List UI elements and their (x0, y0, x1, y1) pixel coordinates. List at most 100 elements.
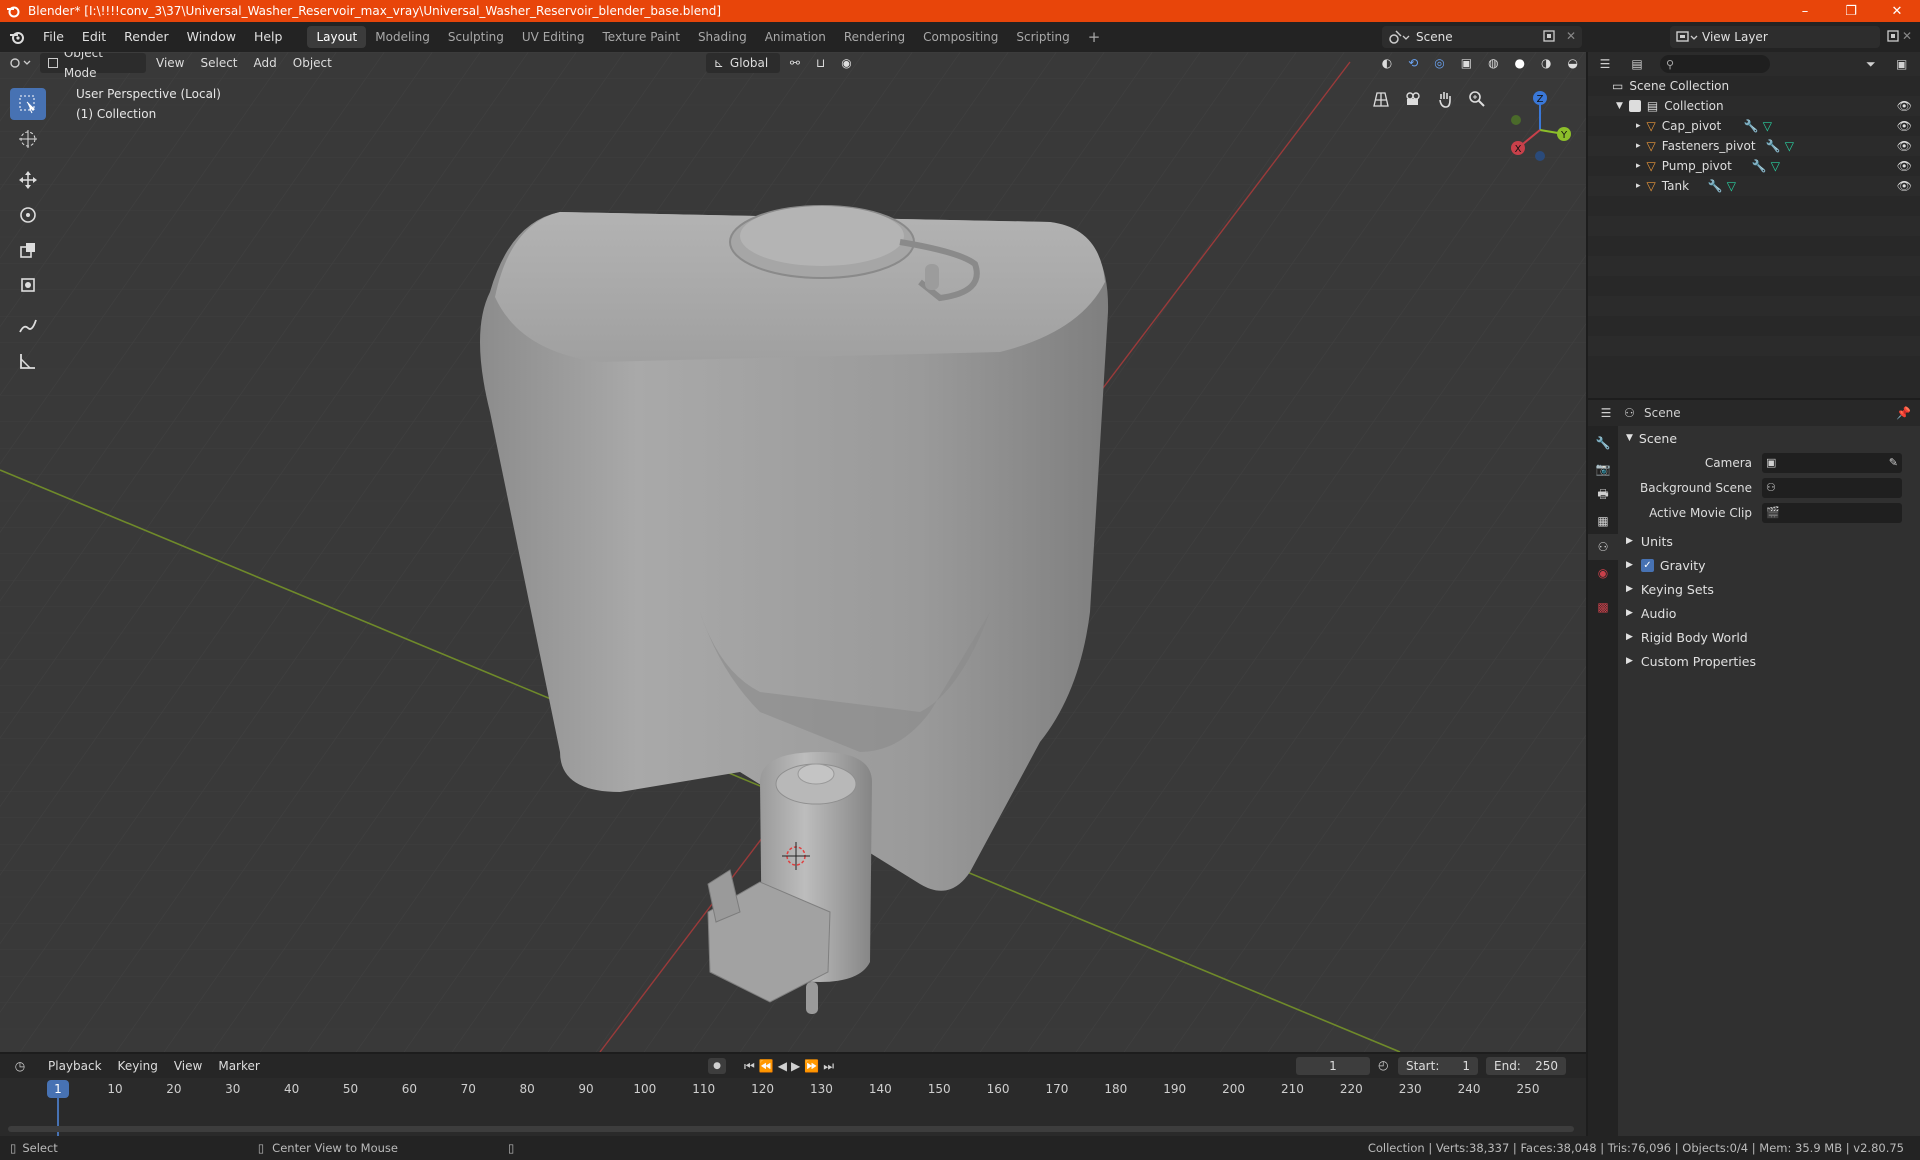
remove-scene-icon[interactable]: ✕ (1566, 29, 1576, 43)
new-collection-icon[interactable]: ▣ (1896, 57, 1920, 71)
add-workspace-button[interactable]: + (1079, 26, 1110, 48)
menu-object[interactable]: Object (285, 53, 340, 73)
jump-start-icon[interactable]: ⏮ (744, 1059, 755, 1074)
material-shading-icon[interactable]: ◑ (1533, 53, 1559, 73)
timeline-scrollbar[interactable] (8, 1126, 1574, 1132)
expand-arrow-icon[interactable]: ▸ (1636, 181, 1641, 191)
tab-modeling[interactable]: Modeling (366, 26, 439, 48)
move-tool-icon[interactable] (10, 164, 46, 196)
keying-sets-panel-header[interactable]: ▶ Keying Sets (1620, 577, 1920, 601)
menu-render[interactable]: Render (115, 22, 178, 52)
outliner-search-input[interactable]: ⚲ (1660, 55, 1770, 73)
filter-icon[interactable]: ⏷ (1866, 57, 1896, 72)
output-tab-icon[interactable]: 🖶 (1588, 482, 1618, 508)
menu-edit[interactable]: Edit (73, 22, 115, 52)
eye-icon[interactable]: 👁 (1897, 139, 1912, 153)
copy-view-layer-icon[interactable] (1886, 29, 1900, 46)
tab-shading[interactable]: Shading (689, 26, 756, 48)
scale-tool-icon[interactable] (10, 234, 46, 266)
tab-scripting[interactable]: Scripting (1007, 26, 1078, 48)
visibility-icon[interactable]: ◐ (1374, 53, 1400, 73)
eye-icon[interactable]: 👁 (1897, 119, 1912, 133)
menu-view[interactable]: View (148, 53, 192, 73)
outliner-row-scene-collection[interactable]: ▭ Scene Collection (1588, 76, 1920, 96)
gravity-panel-header[interactable]: ▶ ✓ Gravity (1620, 553, 1920, 577)
expand-arrow-icon[interactable]: ▸ (1636, 161, 1641, 171)
timeline-view-menu[interactable]: View (166, 1056, 210, 1076)
view-layer-tab-icon[interactable]: ▦ (1588, 508, 1618, 534)
transform-orientation-dropdown[interactable]: ⊾ Global (705, 53, 780, 73)
blender-menu-icon[interactable] (0, 29, 34, 45)
marker-menu[interactable]: Marker (210, 1056, 267, 1076)
current-frame-field[interactable]: 1 (1296, 1057, 1370, 1075)
play-reverse-icon[interactable]: ◀ (778, 1059, 787, 1073)
menu-window[interactable]: Window (178, 22, 245, 52)
outliner-editor-type-icon[interactable]: ☰ (1588, 57, 1622, 71)
scene-tab-icon[interactable]: ⚇ (1588, 534, 1618, 560)
next-keyframe-icon[interactable]: ⏩ (804, 1059, 819, 1073)
tab-sculpting[interactable]: Sculpting (439, 26, 513, 48)
proportional-edit-icon[interactable]: ◉ (833, 53, 859, 73)
scene-selector[interactable]: Scene ✕ (1382, 26, 1582, 48)
minimize-button[interactable]: – (1782, 0, 1828, 22)
rendered-shading-icon[interactable]: ◒ (1560, 53, 1586, 73)
jump-end-icon[interactable]: ⏭ (823, 1059, 834, 1074)
object-mode-dropdown[interactable]: Object Mode (40, 52, 146, 80)
pivot-point-icon[interactable]: ⚯ (782, 53, 808, 73)
tab-animation[interactable]: Animation (756, 26, 835, 48)
rigid-body-world-panel-header[interactable]: ▶ Rigid Body World (1620, 625, 1920, 649)
texture-tab-icon[interactable]: ▩ (1588, 594, 1618, 620)
annotate-tool-icon[interactable] (10, 310, 46, 342)
keying-menu[interactable]: Keying (110, 1056, 166, 1076)
timeline-editor-type-icon[interactable]: ◷ (0, 1059, 40, 1073)
scene-panel-header[interactable]: ▼ Scene (1620, 426, 1920, 450)
maximize-button[interactable]: ❐ (1828, 0, 1874, 22)
xray-icon[interactable]: ▣ (1453, 53, 1480, 73)
end-frame-field[interactable]: End: 250 (1486, 1057, 1566, 1075)
render-tab-icon[interactable]: 📷 (1588, 456, 1618, 482)
timeline-ruler[interactable]: 10 20 30 40 50 60 70 80 90 100 110 120 130 140 150 160 1… (0, 1080, 1586, 1100)
rotate-tool-icon[interactable] (10, 199, 46, 231)
zoom-icon[interactable] (1464, 86, 1490, 112)
background-scene-field[interactable]: ⚇ (1762, 477, 1902, 498)
outliner-row-object[interactable]: ▸ ▽ Fasteners_pivot 🔧 ▽ 👁 (1588, 136, 1920, 156)
pan-hand-icon[interactable] (1432, 86, 1458, 112)
units-panel-header[interactable]: ▶ Units (1620, 529, 1920, 553)
audio-panel-header[interactable]: ▶ Audio (1620, 601, 1920, 625)
grid-view-icon[interactable] (1368, 86, 1394, 112)
custom-properties-panel-header[interactable]: ▶ Custom Properties (1620, 649, 1920, 673)
copy-scene-icon[interactable] (1542, 29, 1556, 46)
transform-tool-icon[interactable] (10, 269, 46, 301)
camera-field[interactable]: ▣ ✎ (1762, 452, 1902, 473)
gizmo-toggle-icon[interactable]: ⟲ (1400, 53, 1426, 73)
select-box-tool-icon[interactable] (10, 88, 46, 120)
menu-help[interactable]: Help (245, 22, 292, 52)
gravity-checkbox[interactable]: ✓ (1640, 558, 1654, 572)
playhead-frame-label[interactable]: 1 (47, 1080, 69, 1098)
world-tab-icon[interactable]: ◉ (1588, 560, 1618, 586)
expand-arrow-icon[interactable]: ▸ (1636, 121, 1641, 131)
solid-shading-icon[interactable]: ● (1507, 53, 1533, 73)
menu-add[interactable]: Add (246, 53, 285, 73)
menu-select[interactable]: Select (192, 53, 245, 73)
3d-viewport[interactable]: Object Mode View Select Add Object ⊾ Glo… (0, 52, 1586, 1052)
expand-arrow-icon[interactable]: ▸ (1636, 141, 1641, 151)
cursor-tool-icon[interactable] (10, 123, 46, 155)
pin-icon[interactable]: 📌 (1896, 406, 1920, 420)
prev-keyframe-icon[interactable]: ⏪ (759, 1059, 774, 1073)
tab-uv-editing[interactable]: UV Editing (513, 26, 594, 48)
tab-texture-paint[interactable]: Texture Paint (594, 26, 689, 48)
overlay-toggle-icon[interactable]: ◎ (1426, 53, 1452, 73)
tab-compositing[interactable]: Compositing (914, 26, 1007, 48)
editor-type-icon[interactable] (0, 53, 40, 73)
view-layer-selector[interactable]: View Layer (1670, 26, 1899, 48)
tab-layout[interactable]: Layout (307, 26, 367, 48)
playback-menu[interactable]: Playback (40, 1056, 110, 1076)
properties-editor-type-icon[interactable]: ☰ (1588, 406, 1624, 420)
outliner-row-collection[interactable]: ▼ ▤ Collection 👁 (1588, 96, 1920, 116)
expand-arrow-icon[interactable]: ▼ (1616, 101, 1623, 111)
tool-settings-tab-icon[interactable]: 🔧 (1588, 430, 1618, 456)
eye-icon[interactable]: 👁 (1897, 159, 1912, 173)
start-frame-field[interactable]: Start: 1 (1398, 1057, 1478, 1075)
active-movie-clip-field[interactable]: 🎬 (1762, 502, 1902, 523)
